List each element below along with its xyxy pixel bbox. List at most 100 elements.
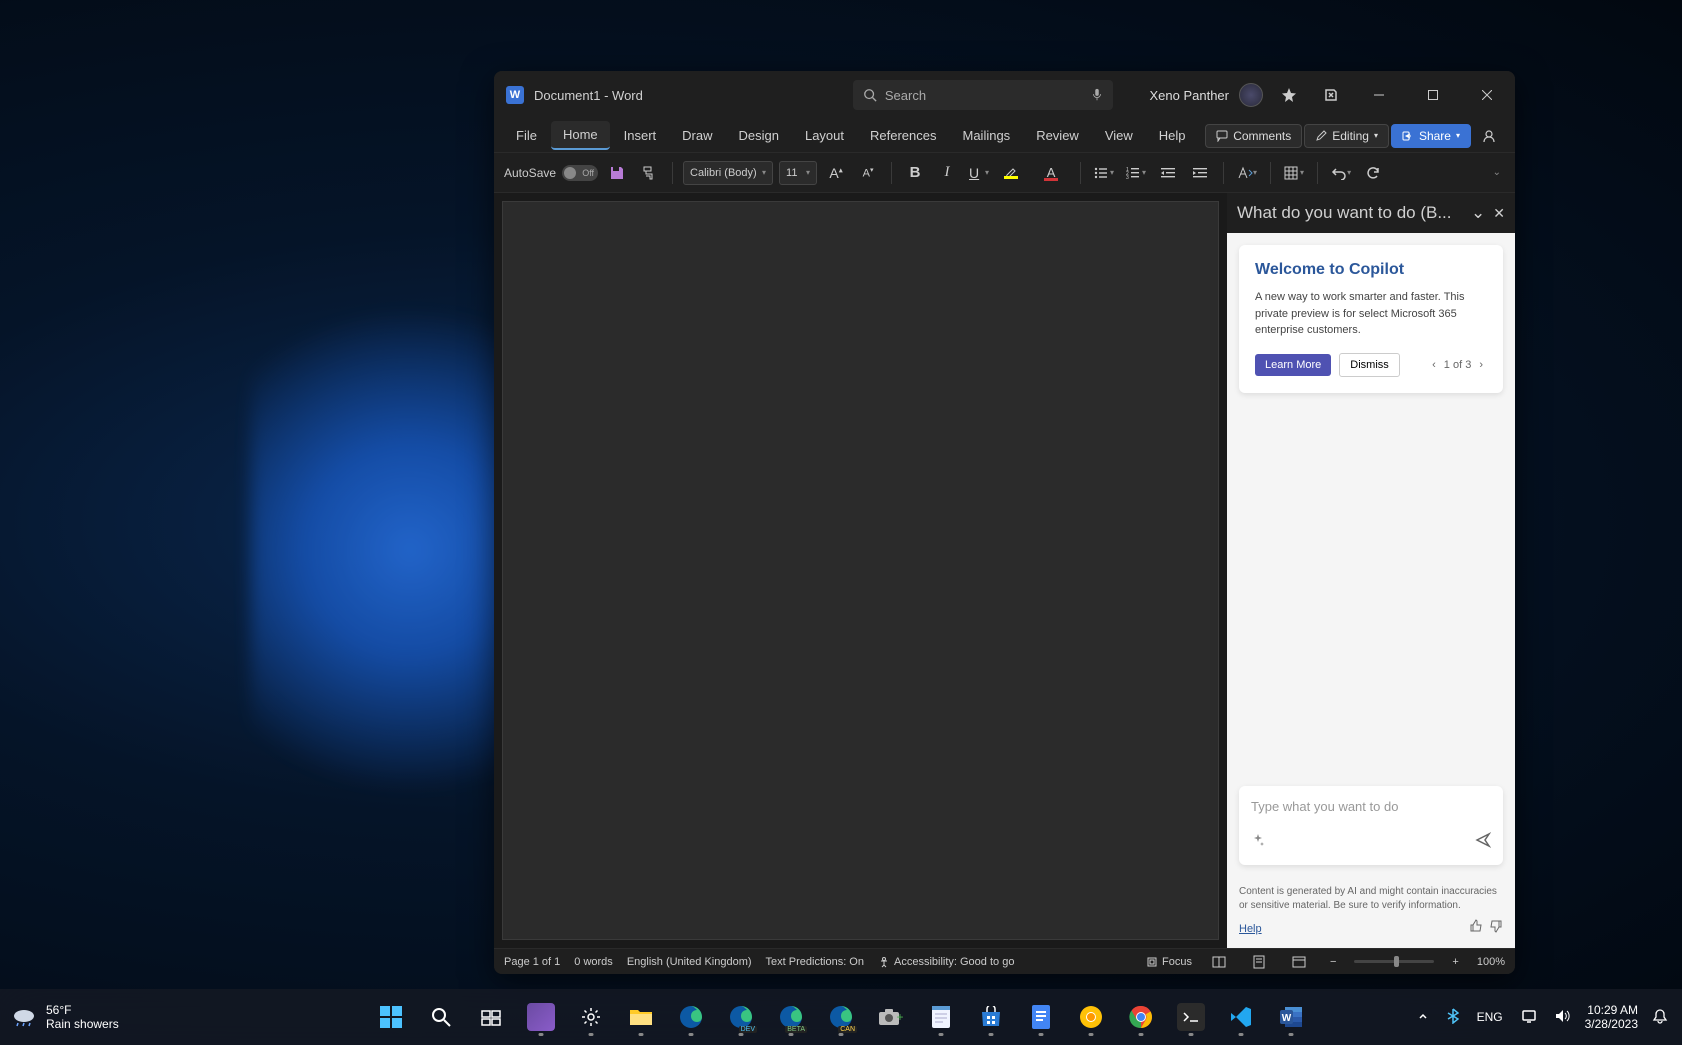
search-box[interactable]: Search bbox=[853, 80, 1113, 110]
tab-design[interactable]: Design bbox=[727, 122, 791, 149]
pager-prev-button[interactable]: ‹ bbox=[1428, 357, 1440, 373]
weather-temp: 56°F bbox=[46, 1003, 119, 1017]
taskbar-search-button[interactable] bbox=[419, 997, 463, 1037]
bluetooth-icon[interactable] bbox=[1443, 1004, 1463, 1031]
taskbar-app-explorer[interactable] bbox=[619, 997, 663, 1037]
save-button[interactable] bbox=[604, 160, 630, 186]
tab-mailings[interactable]: Mailings bbox=[951, 122, 1023, 149]
tray-overflow-button[interactable] bbox=[1413, 1006, 1433, 1029]
tab-review[interactable]: Review bbox=[1024, 122, 1091, 149]
font-color-button[interactable]: A ▾ bbox=[1038, 160, 1064, 186]
page-indicator[interactable]: Page 1 of 1 bbox=[504, 956, 560, 968]
table-button[interactable]: ▾ bbox=[1281, 160, 1307, 186]
tab-draw[interactable]: Draw bbox=[670, 122, 724, 149]
pager-next-button[interactable]: › bbox=[1475, 357, 1487, 373]
thumbs-up-button[interactable] bbox=[1469, 919, 1483, 938]
copilot-prompt-input[interactable] bbox=[1251, 799, 1491, 814]
send-button[interactable] bbox=[1475, 832, 1491, 853]
tab-layout[interactable]: Layout bbox=[793, 122, 856, 149]
language-indicator[interactable]: ENG bbox=[1473, 1006, 1507, 1028]
zoom-slider[interactable] bbox=[1354, 960, 1434, 963]
font-size-select[interactable]: 11 ▾ bbox=[779, 161, 817, 185]
editing-mode-button[interactable]: Editing ▾ bbox=[1304, 124, 1389, 148]
user-avatar[interactable] bbox=[1239, 83, 1263, 107]
redo-button[interactable] bbox=[1360, 160, 1386, 186]
notifications-button[interactable] bbox=[1648, 1004, 1672, 1031]
network-icon[interactable] bbox=[1517, 1005, 1541, 1030]
focus-mode-button[interactable]: Focus bbox=[1146, 956, 1192, 968]
taskbar-app-settings[interactable] bbox=[569, 997, 613, 1037]
taskbar-app-vscode[interactable] bbox=[1219, 997, 1263, 1037]
document-page[interactable] bbox=[502, 201, 1219, 940]
taskbar-app-word[interactable]: W bbox=[1269, 997, 1313, 1037]
weather-widget[interactable]: 56°F Rain showers bbox=[10, 1003, 119, 1032]
shrink-font-button[interactable]: A▾ bbox=[855, 160, 881, 186]
taskbar-app-chrome-canary[interactable] bbox=[1069, 997, 1113, 1037]
maximize-button[interactable] bbox=[1411, 79, 1455, 111]
start-button[interactable] bbox=[369, 997, 413, 1037]
clock[interactable]: 10:29 AM 3/28/2023 bbox=[1585, 1003, 1638, 1032]
grow-font-button[interactable]: A▴ bbox=[823, 160, 849, 186]
copilot-input-box[interactable] bbox=[1239, 786, 1503, 865]
underline-button[interactable]: U▾ bbox=[966, 160, 992, 186]
chevron-down-icon[interactable]: ⌄ bbox=[1471, 203, 1485, 223]
bold-button[interactable]: B bbox=[902, 160, 928, 186]
autosave-toggle[interactable]: AutoSave Off bbox=[504, 165, 598, 181]
taskbar-app-camera[interactable]: + bbox=[869, 997, 913, 1037]
taskbar-app-notepad[interactable] bbox=[919, 997, 963, 1037]
ribbon-collapse-button[interactable]: ⌄ bbox=[1489, 163, 1505, 182]
sparkle-icon[interactable] bbox=[1251, 833, 1265, 852]
font-name-select[interactable]: Calibri (Body) ▾ bbox=[683, 161, 773, 185]
taskbar-app-terminal[interactable] bbox=[1169, 997, 1213, 1037]
close-pane-button[interactable]: ✕ bbox=[1493, 205, 1505, 222]
help-link[interactable]: Help bbox=[1239, 923, 1262, 935]
italic-button[interactable]: I bbox=[934, 160, 960, 186]
taskbar-app-clipchamp[interactable] bbox=[519, 997, 563, 1037]
read-mode-button[interactable] bbox=[1206, 952, 1232, 972]
taskbar-app-store[interactable] bbox=[969, 997, 1013, 1037]
taskbar-app-docs[interactable] bbox=[1019, 997, 1063, 1037]
minimize-button[interactable] bbox=[1357, 79, 1401, 111]
zoom-level[interactable]: 100% bbox=[1477, 956, 1505, 968]
microphone-icon[interactable] bbox=[1091, 88, 1103, 102]
taskbar-app-edge[interactable] bbox=[669, 997, 713, 1037]
decrease-indent-button[interactable] bbox=[1155, 160, 1181, 186]
zoom-in-button[interactable]: + bbox=[1448, 956, 1462, 968]
word-count[interactable]: 0 words bbox=[574, 956, 613, 968]
comments-button[interactable]: Comments bbox=[1205, 124, 1302, 148]
print-layout-button[interactable] bbox=[1246, 952, 1272, 972]
share-button[interactable]: Share ▾ bbox=[1391, 124, 1471, 148]
thumbs-down-button[interactable] bbox=[1489, 919, 1503, 938]
tab-view[interactable]: View bbox=[1093, 122, 1145, 149]
volume-icon[interactable] bbox=[1551, 1005, 1575, 1030]
tab-references[interactable]: References bbox=[858, 122, 948, 149]
copilot-icon[interactable] bbox=[1315, 79, 1347, 111]
taskbar-app-chrome[interactable] bbox=[1119, 997, 1163, 1037]
increase-indent-button[interactable] bbox=[1187, 160, 1213, 186]
accessibility-indicator[interactable]: Accessibility: Good to go bbox=[878, 956, 1014, 968]
close-button[interactable] bbox=[1465, 79, 1509, 111]
premium-icon[interactable] bbox=[1273, 79, 1305, 111]
task-view-button[interactable] bbox=[469, 997, 513, 1037]
undo-button[interactable]: ▾ bbox=[1328, 160, 1354, 186]
taskbar-app-edge-beta[interactable]: BETA bbox=[769, 997, 813, 1037]
web-layout-button[interactable] bbox=[1286, 952, 1312, 972]
tab-insert[interactable]: Insert bbox=[612, 122, 669, 149]
dismiss-button[interactable]: Dismiss bbox=[1339, 353, 1400, 377]
text-predictions-indicator[interactable]: Text Predictions: On bbox=[766, 956, 864, 968]
format-painter-button[interactable] bbox=[636, 160, 662, 186]
toggle-switch[interactable]: Off bbox=[562, 165, 598, 181]
taskbar-app-edge-dev[interactable]: DEV bbox=[719, 997, 763, 1037]
learn-more-button[interactable]: Learn More bbox=[1255, 354, 1331, 376]
highlight-button[interactable]: ▾ bbox=[998, 160, 1024, 186]
tab-home[interactable]: Home bbox=[551, 121, 610, 150]
numbering-button[interactable]: 123 ▾ bbox=[1123, 160, 1149, 186]
zoom-out-button[interactable]: − bbox=[1326, 956, 1340, 968]
bullets-button[interactable]: ▾ bbox=[1091, 160, 1117, 186]
copilot-ribbon-icon[interactable] bbox=[1473, 120, 1505, 152]
styles-button[interactable]: ▾ bbox=[1234, 160, 1260, 186]
tab-file[interactable]: File bbox=[504, 122, 549, 149]
tab-help[interactable]: Help bbox=[1147, 122, 1198, 149]
language-indicator[interactable]: English (United Kingdom) bbox=[627, 956, 752, 968]
taskbar-app-edge-canary[interactable]: CAN bbox=[819, 997, 863, 1037]
